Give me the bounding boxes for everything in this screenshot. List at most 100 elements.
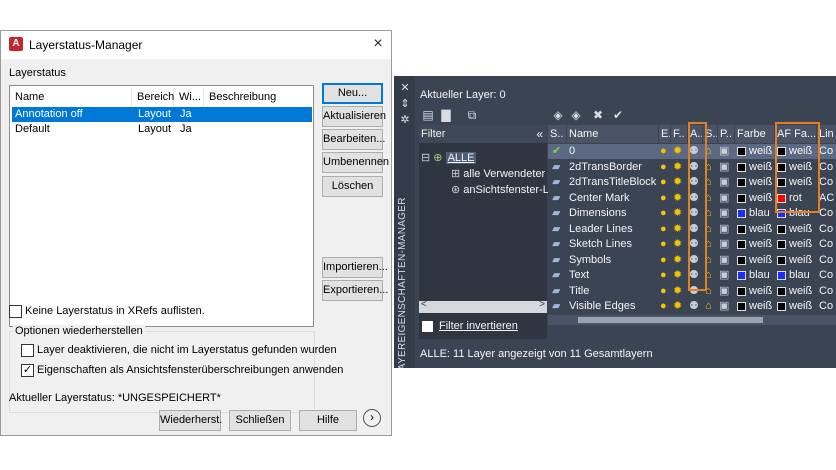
printer-icon[interactable]: ▣ — [719, 144, 729, 159]
sun-icon[interactable]: ✹ — [673, 268, 682, 283]
layer-vp-color[interactable]: weiß — [789, 237, 812, 252]
lightbulb-icon[interactable]: ● — [660, 299, 667, 314]
new-layer-icon[interactable]: ◈ — [550, 108, 566, 122]
column-header-bereich[interactable]: Bereich — [132, 88, 174, 106]
vp-color-swatch[interactable] — [777, 302, 786, 311]
settings-gear-icon[interactable]: ✲ — [399, 114, 411, 126]
pin-icon[interactable]: ⇕ — [399, 98, 411, 110]
import-button[interactable]: Importieren... — [322, 257, 388, 278]
column-header-status[interactable]: S.. — [548, 125, 567, 143]
lightbulb-icon[interactable]: ● — [660, 144, 667, 159]
tree-item-used[interactable]: ⊞ alle Verwendeter — [451, 167, 545, 180]
sun-icon[interactable]: ✹ — [673, 299, 682, 314]
new-layer-vp-frozen-icon[interactable]: ◈ — [568, 108, 584, 122]
layer-color[interactable]: weiß — [749, 222, 772, 237]
lightbulb-icon[interactable]: ● — [660, 175, 667, 190]
set-current-icon[interactable]: ✔ — [610, 108, 626, 122]
column-header-name[interactable]: Name — [10, 88, 132, 106]
export-button[interactable]: Exportieren... — [322, 280, 388, 301]
color-swatch[interactable] — [737, 302, 746, 311]
column-header-wi[interactable]: Wi... — [174, 88, 204, 106]
color-swatch[interactable] — [737, 162, 746, 172]
new-property-filter-icon[interactable]: ▤ — [420, 108, 436, 122]
layer-linetype[interactable]: Co — [819, 299, 833, 314]
layer-color[interactable]: weiß — [749, 144, 772, 159]
tree-collapse-icon[interactable]: ⊟ — [421, 152, 430, 164]
column-header-freeze[interactable]: F.. — [671, 125, 688, 143]
printer-icon[interactable]: ▣ — [719, 284, 729, 299]
color-swatch[interactable] — [737, 193, 746, 203]
sun-icon[interactable]: ✹ — [673, 175, 682, 190]
sun-icon[interactable]: ✹ — [673, 222, 682, 237]
layer-vp-color[interactable]: weiß — [789, 299, 812, 314]
layer-states-manager-icon[interactable]: ⧉ — [464, 108, 480, 122]
delete-layer-icon[interactable]: ✖ — [590, 108, 606, 122]
layer-color[interactable]: weiß — [749, 284, 772, 299]
sun-icon[interactable]: ✹ — [673, 206, 682, 221]
column-header-color[interactable]: Farbe — [735, 125, 775, 143]
vp-color-swatch[interactable] — [777, 271, 786, 280]
layerstatus-row[interactable]: Default Layout Ja — [12, 122, 312, 137]
printer-icon[interactable]: ▣ — [719, 175, 729, 190]
printer-icon[interactable]: ▣ — [719, 191, 729, 206]
tree-item-alle[interactable]: ⊟ ⊕ ALLE — [421, 151, 477, 164]
printer-icon[interactable]: ▣ — [719, 222, 729, 237]
delete-button[interactable]: Löschen — [322, 176, 383, 197]
lightbulb-icon[interactable]: ● — [660, 160, 667, 175]
layer-vp-color[interactable]: weiß — [789, 222, 812, 237]
sun-icon[interactable]: ✹ — [673, 144, 682, 159]
filter-horizontal-scrollbar[interactable]: < > — [419, 299, 547, 313]
printer-icon[interactable]: ▣ — [719, 206, 729, 221]
lock-open-icon[interactable]: ⌂ — [705, 299, 712, 314]
layer-color[interactable]: blau — [749, 268, 770, 283]
color-swatch[interactable] — [737, 240, 746, 249]
deactivate-layers-checkbox[interactable] — [21, 344, 34, 357]
sun-icon[interactable]: ✹ — [673, 284, 682, 299]
close-icon[interactable]: × — [367, 34, 389, 56]
close-button[interactable]: Schließen — [229, 410, 291, 431]
vp-color-swatch[interactable] — [777, 224, 786, 234]
sun-icon[interactable]: ✹ — [673, 191, 682, 206]
lightbulb-icon[interactable]: ● — [660, 253, 667, 268]
close-icon[interactable]: ✕ — [399, 82, 411, 94]
column-header-beschreibung[interactable]: Beschreibung — [204, 88, 313, 106]
printer-icon[interactable]: ▣ — [719, 299, 729, 314]
tree-item-viewport[interactable]: ⊛ anSichtsfenster-L — [451, 183, 549, 196]
sun-icon[interactable]: ✹ — [673, 160, 682, 175]
column-header-on[interactable]: E.. — [659, 125, 671, 143]
sun-icon[interactable]: ✹ — [673, 253, 682, 268]
layer-color[interactable]: weiß — [749, 299, 772, 314]
invert-filter-checkbox[interactable] — [421, 320, 434, 333]
layer-linetype[interactable]: Co — [819, 237, 833, 252]
column-header-name[interactable]: Name — [567, 125, 659, 143]
viewport-overrides-checkbox[interactable]: ✓ — [21, 364, 34, 377]
printer-icon[interactable]: ▣ — [719, 237, 729, 252]
layer-color[interactable]: weiß — [749, 175, 772, 190]
color-swatch[interactable] — [737, 224, 746, 234]
color-swatch[interactable] — [737, 209, 746, 218]
layer-color[interactable]: blau — [749, 206, 770, 221]
printer-icon[interactable]: ▣ — [719, 268, 729, 283]
layer-linetype[interactable]: Co — [819, 206, 833, 221]
new-button[interactable]: Neu... — [322, 83, 383, 104]
sun-icon[interactable]: ✹ — [673, 237, 682, 252]
lightbulb-icon[interactable]: ● — [660, 284, 667, 299]
column-header-plot[interactable]: P.. — [718, 125, 735, 143]
layerstatus-list[interactable]: Name Bereich Wi... Beschreibung Annotati… — [9, 85, 314, 327]
lightbulb-icon[interactable]: ● — [660, 268, 667, 283]
layer-color[interactable]: weiß — [749, 253, 772, 268]
layer-linetype[interactable]: Co — [819, 222, 833, 237]
color-swatch[interactable] — [737, 178, 746, 187]
collapse-icon[interactable]: « — [536, 125, 543, 143]
layer-row[interactable]: ▰ Visible Edges ● ✹ ⚉ ⌂ ▣ weiß weiß Co — [548, 299, 836, 314]
more-options-icon[interactable]: › — [363, 409, 381, 427]
new-group-filter-icon[interactable]: ▇ — [438, 108, 454, 122]
lightbulb-icon[interactable]: ● — [660, 222, 667, 237]
xrefs-checkbox[interactable] — [9, 305, 22, 318]
rename-button[interactable]: Umbenennen — [322, 152, 389, 173]
layer-linetype[interactable]: Co — [819, 284, 833, 299]
layer-linetype[interactable]: Co — [819, 160, 833, 175]
edit-button[interactable]: Bearbeiten... — [322, 129, 385, 150]
color-swatch[interactable] — [737, 271, 746, 280]
layer-color[interactable]: weiß — [749, 191, 772, 206]
